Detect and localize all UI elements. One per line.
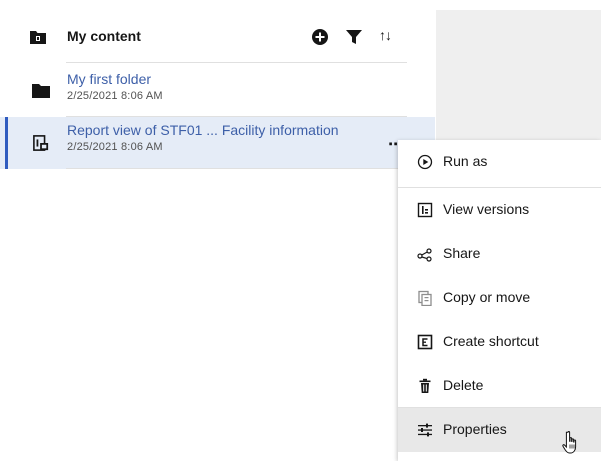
menu-item-share[interactable]: Share	[398, 232, 601, 276]
menu-item-create-shortcut[interactable]: Create shortcut	[398, 320, 601, 364]
menu-item-label: Delete	[443, 377, 484, 393]
row-divider	[66, 168, 407, 169]
sliders-icon	[418, 423, 432, 437]
menu-item-label: Properties	[443, 421, 507, 437]
content-pane: My content ↑↓ My first folder 2/25/2021 …	[0, 0, 601, 461]
header-divider	[66, 62, 407, 63]
menu-item-label: Run as	[443, 153, 488, 169]
copy-icon	[418, 290, 432, 306]
filter-icon[interactable]	[345, 28, 363, 46]
report-view-icon	[33, 135, 49, 151]
trash-icon	[419, 378, 431, 393]
content-header: My content ↑↓	[0, 14, 410, 60]
menu-item-label: Copy or move	[443, 289, 531, 305]
versions-icon	[417, 202, 433, 218]
menu-item-view-versions[interactable]: View versions	[398, 188, 601, 232]
page-title: My content	[67, 28, 141, 44]
item-name[interactable]: My first folder	[67, 71, 151, 87]
context-menu: Run as View versions Share Copy or move …	[398, 140, 601, 461]
share-icon	[417, 248, 432, 262]
folder-icon	[32, 84, 50, 98]
item-name[interactable]: Report view of STF01 ... Facility inform…	[67, 122, 339, 138]
play-circle-icon	[417, 154, 433, 170]
menu-item-copy-or-move[interactable]: Copy or move	[398, 276, 601, 320]
menu-item-run-as[interactable]: Run as	[398, 140, 601, 184]
selection-indicator	[5, 117, 8, 169]
item-date: 2/25/2021 8:06 AM	[67, 90, 163, 102]
sort-icon[interactable]: ↑↓	[379, 27, 392, 43]
folder-icon	[30, 31, 46, 44]
hand-cursor-icon	[562, 430, 577, 454]
menu-item-label: Create shortcut	[443, 333, 539, 349]
list-item[interactable]: My first folder 2/25/2021 8:06 AM	[0, 66, 435, 118]
shortcut-icon	[417, 334, 433, 350]
list-item[interactable]: Report view of STF01 ... Facility inform…	[0, 117, 435, 169]
add-icon[interactable]	[311, 28, 329, 46]
menu-item-label: View versions	[443, 201, 530, 217]
menu-item-label: Share	[443, 245, 481, 261]
item-date: 2/25/2021 8:06 AM	[67, 141, 163, 153]
menu-item-delete[interactable]: Delete	[398, 364, 601, 408]
